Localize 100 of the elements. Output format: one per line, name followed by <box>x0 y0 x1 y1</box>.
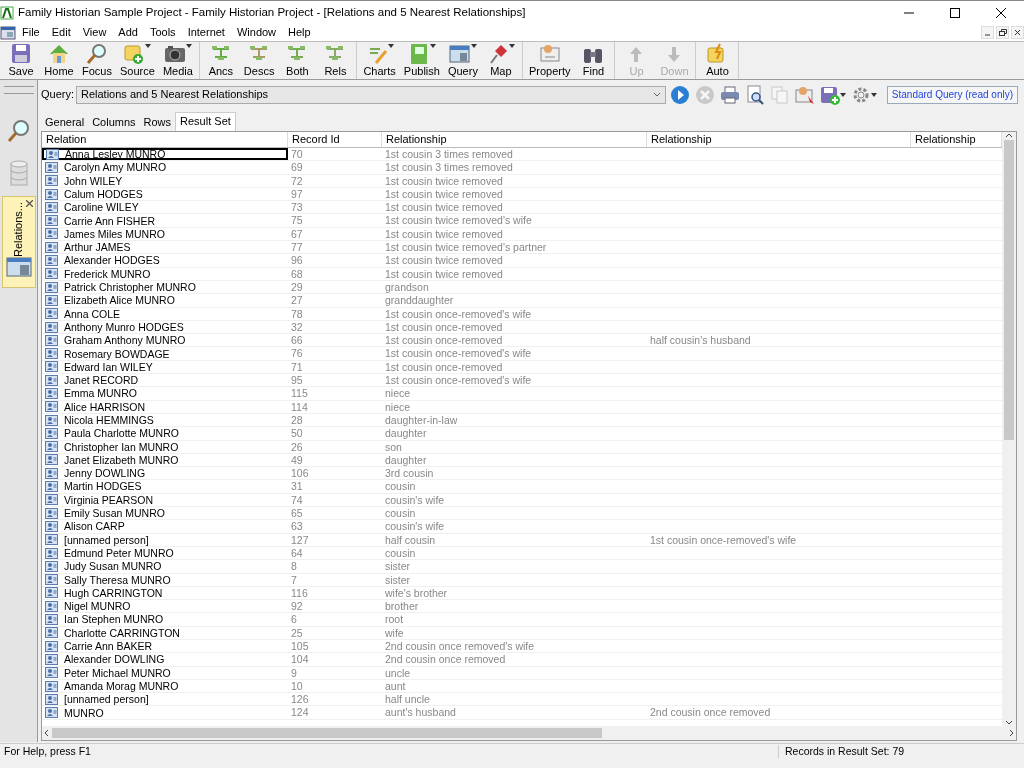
toolbar-button[interactable]: Publish <box>399 42 444 80</box>
toolbar-button[interactable]: Save <box>2 42 40 80</box>
tab[interactable]: Result Set <box>175 112 236 131</box>
table-cell[interactable]: Paula Charlotte MUNRO <box>42 427 288 440</box>
floppy-plus-icon <box>820 85 840 105</box>
table-cell[interactable]: Elizabeth Alice MUNRO <box>42 294 288 307</box>
side-tab[interactable]: Relations... <box>1 196 36 288</box>
column-header[interactable]: Record Id <box>288 132 382 147</box>
mdi-close-button[interactable] <box>1011 26 1024 39</box>
table-cell[interactable]: Rosemary BOWDAGE <box>42 347 288 360</box>
table-cell[interactable]: Caroline WILEY <box>42 201 288 214</box>
toolbar-button[interactable]: Charts <box>359 42 400 80</box>
caret-icon <box>840 92 846 98</box>
menu-item[interactable]: Internet <box>181 25 231 40</box>
toolbar-button[interactable]: Query <box>443 42 482 80</box>
toolbar-button[interactable]: Ancs <box>201 42 240 80</box>
table-cell[interactable]: Alice HARRISON <box>42 400 288 413</box>
table-cell[interactable]: [unnamed person] <box>42 693 288 706</box>
table-cell[interactable]: Anna Lesley MUNRO <box>42 148 288 161</box>
table-cell[interactable]: Judy Susan MUNRO <box>42 560 288 573</box>
menu-item[interactable]: Edit <box>45 25 77 40</box>
query-dropdown[interactable]: Relations and 5 Nearest Relationships <box>76 86 666 104</box>
vertical-scrollbar[interactable] <box>1002 132 1016 726</box>
toolbar-button[interactable]: Media <box>158 42 197 80</box>
table-cell[interactable]: Carrie Ann FISHER <box>42 214 288 227</box>
table-cell[interactable]: Peter Michael MUNRO <box>42 666 288 679</box>
table-cell[interactable]: Carrie Ann BAKER <box>42 640 288 653</box>
tab[interactable]: General <box>41 113 89 131</box>
table-cell[interactable]: Edward Ian WILEY <box>42 360 288 374</box>
column-header[interactable]: Relationship <box>647 132 911 147</box>
toolbar-button[interactable]: Home <box>40 42 78 80</box>
toolbar-button[interactable]: Focus <box>78 42 116 80</box>
person-card-icon <box>45 281 58 293</box>
person-card-icon <box>45 520 58 532</box>
table-cell[interactable]: Amanda Morag MUNRO <box>42 679 288 693</box>
table-cell-text: 1st cousin twice removed <box>384 267 504 280</box>
table-cell-text: 1st cousin once-removed <box>384 360 504 374</box>
table-cell[interactable]: Calum HODGES <box>42 187 288 201</box>
table-cell[interactable]: James Miles MUNRO <box>42 227 288 241</box>
table-cell[interactable]: Virginia PEARSON <box>42 493 288 506</box>
person-card-icon <box>45 653 58 665</box>
table-cell[interactable]: Alexander DOWLING <box>42 653 288 666</box>
table-cell[interactable]: Anthony Munro HODGES <box>42 320 288 334</box>
person-card-icon <box>45 414 58 426</box>
table-cell[interactable]: Alison CARP <box>42 520 288 533</box>
table-cell[interactable]: Edmund Peter MUNRO <box>42 546 288 560</box>
menu-item[interactable]: Help <box>282 25 317 40</box>
tab[interactable]: Columns <box>88 113 140 131</box>
table-cell[interactable]: John WILEY <box>42 174 288 187</box>
table-cell[interactable]: Christopher Ian MUNRO <box>42 440 288 453</box>
table-cell[interactable]: Frederick MUNRO <box>42 267 288 280</box>
toolbar-button[interactable]: Descs <box>239 42 279 80</box>
column-header[interactable]: Relationship <box>382 132 647 147</box>
table-cell[interactable]: Anna COLE <box>42 307 288 320</box>
table-cell[interactable]: Charlotte CARRINGTON <box>42 626 288 639</box>
table-cell[interactable]: Arthur JAMES <box>42 241 288 254</box>
toolbar-button[interactable]: Source <box>116 42 159 80</box>
table-cell[interactable]: Graham Anthony MUNRO <box>42 334 288 347</box>
menu-item[interactable]: Add <box>112 25 144 40</box>
table-cell-text: 1st cousin once-removed's wife <box>384 347 533 360</box>
table-cell[interactable]: MUNRO <box>42 706 288 719</box>
table-cell[interactable]: Janet RECORD <box>42 374 288 387</box>
table-cell-text: uncle <box>384 666 412 679</box>
toolbar-button[interactable]: Property <box>524 42 575 80</box>
table-cell[interactable]: Patrick Christopher MUNRO <box>42 280 288 294</box>
table-cell-text: 72 <box>290 174 304 187</box>
toolbar-button[interactable]: Rels <box>316 42 355 80</box>
table-cell[interactable]: Emma MUNRO <box>42 387 288 400</box>
table-cell[interactable]: Hugh CARRINGTON <box>42 586 288 600</box>
toolbar-button[interactable] <box>744 84 766 106</box>
table-cell[interactable]: Ian Stephen MUNRO <box>42 613 288 626</box>
toolbar-button[interactable] <box>819 84 847 106</box>
toolbar-button[interactable] <box>669 84 691 106</box>
panel-grip[interactable] <box>3 86 34 94</box>
table-cell[interactable]: Janet Elizabeth MUNRO <box>42 453 288 467</box>
table-cell[interactable]: Carolyn Amy MUNRO <box>42 161 288 174</box>
tab[interactable]: Rows <box>139 113 176 131</box>
toolbar-button[interactable] <box>719 84 741 106</box>
toolbar-button[interactable]: Auto <box>698 42 737 80</box>
table-cell[interactable]: Alexander HODGES <box>42 254 288 267</box>
table-cell[interactable]: Nigel MUNRO <box>42 600 288 613</box>
table-cell[interactable]: Nicola HEMMINGS <box>42 413 288 427</box>
menu-item[interactable]: View <box>76 25 113 40</box>
table-cell-text: 76 <box>290 347 304 360</box>
toolbar-button[interactable]: Both <box>278 42 317 80</box>
mdi-restore-button[interactable] <box>996 26 1009 39</box>
table-cell[interactable]: Emily Susan MUNRO <box>42 507 288 520</box>
horizontal-scrollbar[interactable] <box>42 726 1016 740</box>
table-cell[interactable]: Jenny DOWLING <box>42 467 288 480</box>
menu-item[interactable]: Window <box>230 25 283 40</box>
table-cell[interactable]: [unnamed person] <box>42 533 288 546</box>
magnifier-icon <box>86 42 108 65</box>
chevron-right-icon <box>1008 729 1016 737</box>
column-header[interactable]: Relation <box>42 132 288 147</box>
menu-item[interactable]: File <box>16 25 46 40</box>
table-cell[interactable]: Sally Theresa MUNRO <box>42 573 288 586</box>
toolbar-button[interactable]: Find <box>574 42 613 80</box>
toolbar-button[interactable]: Map <box>481 42 520 80</box>
table-cell[interactable]: Martin HODGES <box>42 480 288 493</box>
menu-item[interactable]: Tools <box>143 25 182 40</box>
